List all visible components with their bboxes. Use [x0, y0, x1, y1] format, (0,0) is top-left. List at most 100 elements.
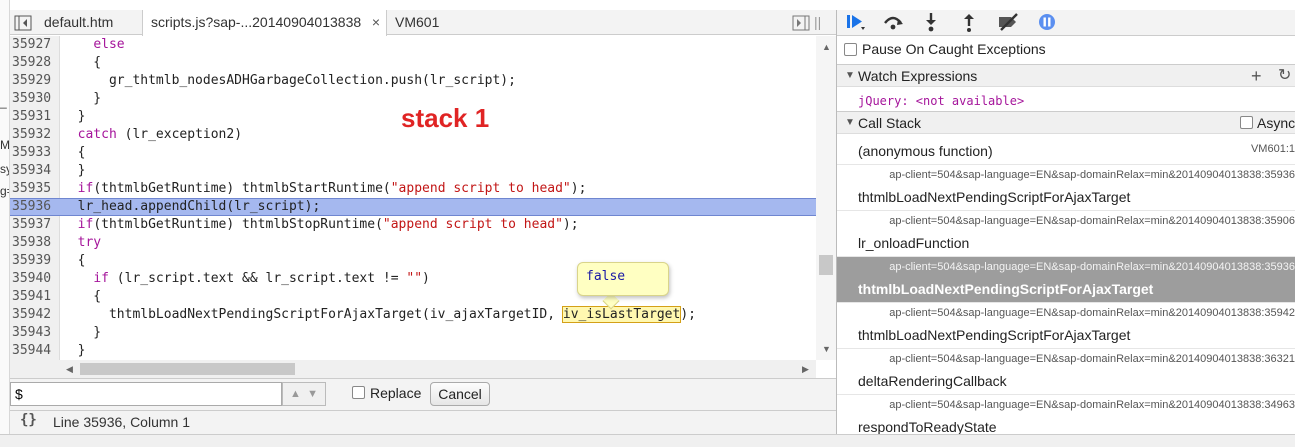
- refresh-icon[interactable]: ↻: [1278, 65, 1291, 87]
- left-fragment: g=: [0, 184, 9, 198]
- horizontal-scroll-thumb[interactable]: [80, 363, 295, 375]
- line-number[interactable]: 35944: [10, 342, 60, 360]
- code-line[interactable]: 35935 if(thtmlbGetRuntime) thtmlbStartRu…: [10, 180, 816, 198]
- cancel-button[interactable]: Cancel: [430, 382, 490, 406]
- code-line[interactable]: 35940 if (lr_script.text && lr_script.te…: [10, 270, 816, 288]
- line-number[interactable]: 35938: [10, 234, 60, 252]
- line-number[interactable]: 35937: [10, 216, 60, 234]
- line-number[interactable]: 35940: [10, 270, 60, 288]
- line-number[interactable]: 35941: [10, 288, 60, 306]
- call-frame-source[interactable]: ap-client=504&sap-language=EN&sap-domain…: [889, 353, 1295, 365]
- code-line[interactable]: 35942 thtmlbLoadNextPendingScriptForAjax…: [10, 306, 816, 324]
- pause-caught-row[interactable]: Pause On Caught Exceptions: [837, 36, 1295, 62]
- step-into-icon[interactable]: [923, 12, 939, 39]
- code-line[interactable]: 35928 {: [10, 54, 816, 72]
- left-fragment: _: [0, 95, 7, 109]
- line-number[interactable]: 35932: [10, 126, 60, 144]
- call-frame-function: lr_onloadFunction: [858, 235, 970, 251]
- code-line[interactable]: 35941 {: [10, 288, 816, 306]
- line-number[interactable]: 35930: [10, 90, 60, 108]
- call-frame-selected[interactable]: ap-client=504&sap-language=EN&sap-domain…: [837, 257, 1295, 303]
- code-line[interactable]: 35933 {: [10, 144, 816, 162]
- call-frame-source[interactable]: VM601:1: [1251, 143, 1295, 155]
- search-input[interactable]: [10, 382, 282, 406]
- line-number[interactable]: 35942: [10, 306, 60, 324]
- line-number[interactable]: 35931: [10, 108, 60, 126]
- code-line-current[interactable]: 35936 lr_head.appendChild(lr_script);: [10, 198, 816, 216]
- code-text: {: [62, 55, 102, 70]
- call-frame[interactable]: ap-client=504&sap-language=EN&sap-domain…: [837, 303, 1295, 349]
- watch-expressions-header[interactable]: ▼ Watch Expressions + ↻: [837, 64, 1295, 87]
- close-icon[interactable]: ×: [372, 10, 380, 35]
- scroll-down-icon[interactable]: ▼: [822, 344, 831, 354]
- code-text: }: [62, 325, 102, 340]
- line-number[interactable]: 35943: [10, 324, 60, 342]
- call-frame-source[interactable]: ap-client=504&sap-language=EN&sap-domain…: [889, 399, 1295, 411]
- call-frame[interactable]: ap-client=504&sap-language=EN&sap-domain…: [837, 165, 1295, 211]
- line-number[interactable]: 35934: [10, 162, 60, 180]
- code-text: {: [62, 289, 102, 304]
- call-frame[interactable]: ap-client=504&sap-language=EN&sap-domain…: [837, 349, 1295, 395]
- watch-expression-text: jQuery: <not available>: [858, 94, 1025, 108]
- vertical-scrollbar[interactable]: ▲ ▼: [816, 36, 837, 360]
- step-out-icon[interactable]: [961, 12, 977, 39]
- line-number[interactable]: 35939: [10, 252, 60, 270]
- tab-default-htm[interactable]: default.htm: [36, 10, 121, 35]
- line-number[interactable]: 35935: [10, 180, 60, 198]
- call-frame-function: thtmlbLoadNextPendingScriptForAjaxTarget: [858, 281, 1154, 297]
- call-stack-header[interactable]: ▼ Call Stack Async: [837, 111, 1295, 134]
- call-frame-source[interactable]: ap-client=504&sap-language=EN&sap-domain…: [889, 307, 1295, 319]
- code-line[interactable]: 35927 else: [10, 36, 816, 54]
- scroll-right-icon[interactable]: ▶: [802, 364, 809, 375]
- code-line[interactable]: 35944 }: [10, 342, 816, 360]
- code-editor[interactable]: 35927 else 35928 {35929 gr_thtmlb_nodesAD…: [10, 36, 816, 360]
- section-title: Watch Expressions: [858, 68, 978, 84]
- code-line[interactable]: 35943 }: [10, 324, 816, 342]
- code-text: }: [62, 343, 86, 358]
- chevron-up-icon[interactable]: ▲: [290, 388, 301, 400]
- pretty-print-icon[interactable]: {}: [20, 412, 37, 428]
- code-line[interactable]: 35938 try: [10, 234, 816, 252]
- scroll-left-icon[interactable]: ◀: [66, 364, 73, 375]
- tab-vm601[interactable]: VM601: [387, 10, 447, 35]
- code-line[interactable]: 35939 {: [10, 252, 816, 270]
- pause-caught-checkbox[interactable]: [844, 43, 857, 56]
- deactivate-breakpoints-icon[interactable]: [997, 12, 1021, 39]
- watch-expression-item[interactable]: jQuery: <not available>: [837, 90, 1295, 112]
- resume-icon[interactable]: [845, 12, 867, 39]
- code-text: gr_thtmlb_nodesADHGarbageCollection.push…: [62, 73, 516, 88]
- line-number[interactable]: 35928: [10, 54, 60, 72]
- code-text: {: [62, 253, 86, 268]
- code-line[interactable]: 35929 gr_thtmlb_nodesADHGarbageCollectio…: [10, 72, 816, 90]
- add-icon[interactable]: +: [1251, 65, 1262, 87]
- tab-scripts-js[interactable]: scripts.js?sap-...20140904013838 ×: [142, 10, 387, 36]
- async-checkbox[interactable]: [1240, 116, 1253, 129]
- line-number[interactable]: 35936: [10, 199, 60, 215]
- hovered-variable[interactable]: iv_isLastTarget: [561, 306, 682, 323]
- call-frame-source[interactable]: ap-client=504&sap-language=EN&sap-domain…: [889, 169, 1295, 181]
- vertical-scroll-thumb[interactable]: [819, 255, 833, 275]
- code-text: }: [62, 163, 86, 178]
- replace-checkbox[interactable]: [352, 386, 365, 399]
- collapse-triangle-icon[interactable]: ▼: [845, 112, 855, 134]
- call-frame[interactable]: ap-client=504&sap-language=EN&sap-domain…: [837, 395, 1295, 434]
- line-number[interactable]: 35933: [10, 144, 60, 162]
- line-number[interactable]: 35927: [10, 36, 60, 54]
- scroll-up-icon[interactable]: ▲: [822, 42, 831, 52]
- async-label: Async: [1257, 115, 1295, 131]
- toggle-panel-icon[interactable]: [10, 10, 36, 35]
- step-over-icon[interactable]: [882, 12, 904, 39]
- show-navigator-icon[interactable]: [790, 10, 812, 35]
- search-nav-buttons[interactable]: ▲ ▼: [282, 382, 326, 406]
- code-line[interactable]: 35937 if(thtmlbGetRuntime) thtmlbStopRun…: [10, 216, 816, 234]
- call-frame[interactable]: ap-client=504&sap-language=EN&sap-domain…: [837, 211, 1295, 257]
- collapse-triangle-icon[interactable]: ▼: [845, 65, 855, 87]
- code-line[interactable]: 35934 }: [10, 162, 816, 180]
- chevron-down-icon[interactable]: ▼: [307, 388, 318, 400]
- code-text: catch (lr_exception2): [77, 127, 243, 142]
- call-frame[interactable]: VM601:1 (anonymous function): [837, 135, 1295, 165]
- call-frame-source[interactable]: ap-client=504&sap-language=EN&sap-domain…: [889, 215, 1295, 227]
- call-frame-source[interactable]: ap-client=504&sap-language=EN&sap-domain…: [889, 261, 1295, 273]
- line-number[interactable]: 35929: [10, 72, 60, 90]
- pause-on-exceptions-icon[interactable]: [1037, 12, 1057, 39]
